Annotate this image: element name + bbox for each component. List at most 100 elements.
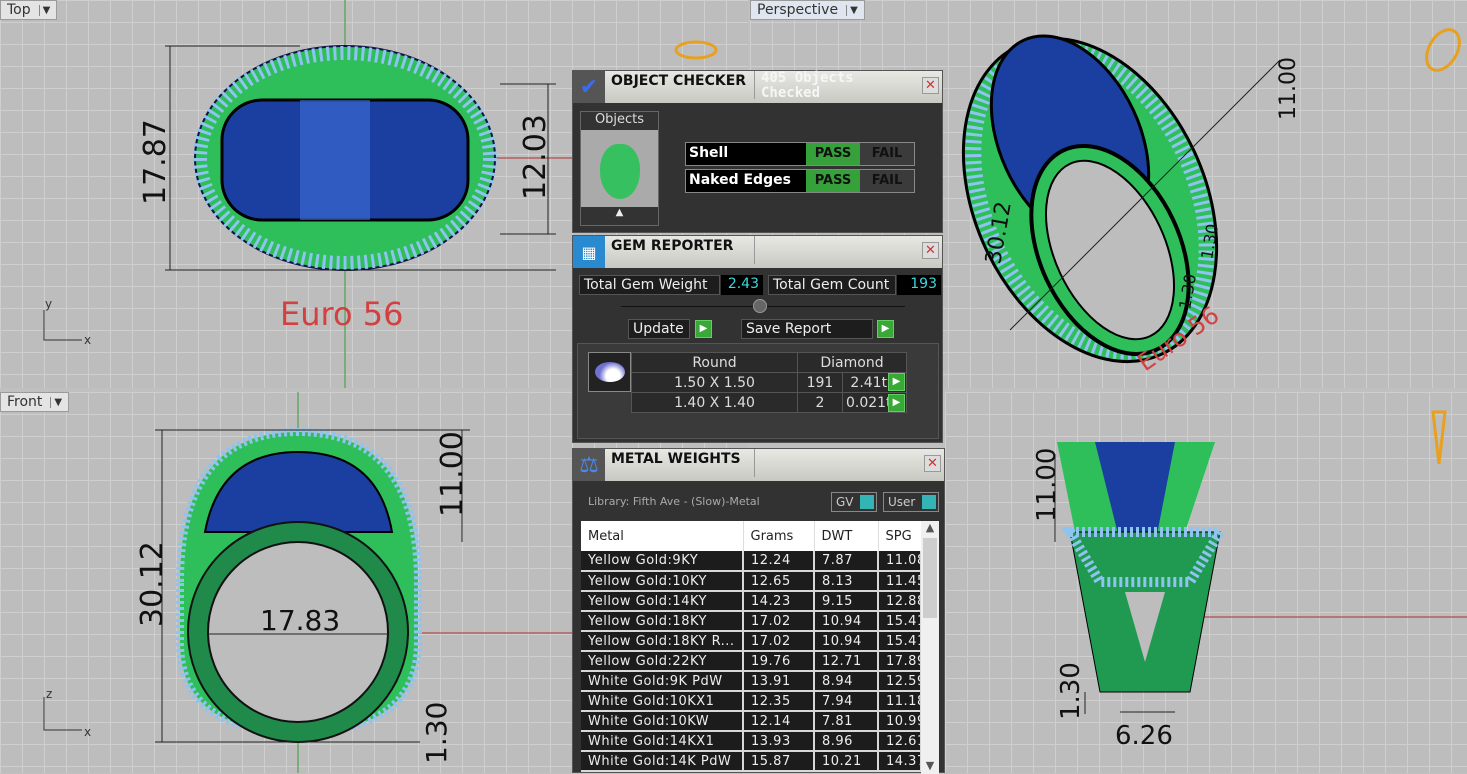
spg: 14.37 (878, 751, 922, 772)
gem-report-icon: ▦ (573, 236, 605, 268)
spg: 17.89 (878, 651, 922, 672)
metal-weights-panel: ⚖ METAL WEIGHTS ✕ Library: Fifth Ave - (… (572, 448, 945, 774)
dwt: 8.96 (814, 731, 879, 752)
viewport-right[interactable]: 11.00 1.30 6.26 (945, 392, 1467, 773)
spg: 11.45 (878, 571, 922, 592)
spg: 11.18 (878, 691, 922, 712)
size-label: Euro 56 (280, 295, 403, 333)
grams: 13.93 (743, 731, 815, 752)
check-naked-edges: Naked Edges PASS FAIL (685, 169, 915, 193)
user-toggle[interactable]: User (883, 492, 939, 512)
dwt: 10.21 (814, 751, 879, 772)
close-icon[interactable]: ✕ (924, 455, 941, 472)
panel-title: METAL WEIGHTS (605, 449, 755, 477)
right-view-ring: 11.00 1.30 6.26 (1032, 410, 1467, 751)
gem-count: 191 (796, 372, 843, 393)
expand-up-button[interactable]: ▲ (581, 207, 658, 225)
gem-row-select-button[interactable]: ▶ (888, 373, 905, 391)
object-checker-panel: ✔ OBJECT CHECKER 405 Objects Checked ✕ O… (572, 70, 943, 233)
dwt: 7.81 (814, 711, 879, 732)
vertical-scrollbar[interactable]: ▲ ▼ (921, 521, 939, 774)
metal-row[interactable]: White Gold:14KX113.938.9612.61 (581, 731, 922, 752)
metal-row[interactable]: White Gold:10KW12.147.8110.99 (581, 711, 922, 732)
grams: 19.76 (743, 651, 815, 672)
dim-persp-1: 11.00 (1276, 57, 1301, 120)
save-report-button[interactable]: Save Report (741, 319, 873, 339)
viewport-label-top[interactable]: Top ▼ (0, 0, 58, 20)
metal-row[interactable]: White Gold:14K PdW15.8710.2114.37 (581, 751, 922, 772)
objects-preview[interactable]: Objects ▲ (580, 111, 659, 226)
metal-row[interactable]: Yellow Gold:18KY R...17.0210.9415.41 (581, 631, 922, 652)
metal-weights-header[interactable]: ⚖ METAL WEIGHTS ✕ (573, 449, 944, 481)
metal-row[interactable]: Yellow Gold:14KY14.239.1512.88 (581, 591, 922, 612)
total-gem-weight-label: Total Gem Weight (579, 275, 720, 295)
dwt: 12.71 (814, 651, 879, 672)
col-spg[interactable]: SPG (878, 521, 922, 551)
metal-row[interactable]: Yellow Gold:22KY19.7612.7117.89 (581, 651, 922, 672)
viewport-name: Front (7, 394, 43, 410)
metal-name: White Gold:14KX1 (581, 731, 744, 752)
close-icon[interactable]: ✕ (922, 242, 939, 259)
collapse-icon[interactable] (753, 299, 767, 313)
col-grams[interactable]: Grams (743, 521, 815, 551)
col-dwt[interactable]: DWT (814, 521, 879, 551)
metal-name: Yellow Gold:14KY (581, 591, 744, 612)
total-gem-weight-value: 2.43 (721, 275, 763, 295)
dim-right-shank: 1.30 (1056, 662, 1086, 720)
grams: 12.65 (743, 571, 815, 592)
dim-top-height: 17.87 (138, 119, 173, 205)
gem-row: 1.50 X 1.50 191 2.41tw (631, 372, 908, 393)
viewport-label-front[interactable]: Front ▼ (0, 392, 70, 412)
metal-name: Yellow Gold:18KY R... (581, 631, 744, 652)
gem-table: Round Diamond 1.50 X 1.50 191 2.41tw 1.40 X… (631, 352, 908, 413)
grams: 13.91 (743, 671, 815, 692)
metal-row[interactable]: White Gold:10KX112.357.9411.18 (581, 691, 922, 712)
dim-front-height: 30.12 (135, 541, 170, 627)
axis-y-label: y (45, 297, 52, 311)
grams: 15.87 (743, 751, 815, 772)
chevron-down-icon[interactable]: ▼ (846, 4, 858, 16)
chevron-down-icon[interactable]: ▼ (38, 4, 50, 16)
close-icon[interactable]: ✕ (922, 77, 939, 94)
gem-shape-header: Round (631, 352, 798, 373)
dwt: 7.87 (814, 551, 879, 572)
metal-row[interactable]: Yellow Gold:9KY12.247.8711.08 (581, 551, 922, 572)
object-thumbnail-icon (599, 144, 640, 199)
chevron-down-icon[interactable]: ▼ (50, 396, 62, 408)
gem-row-select-button[interactable]: ▶ (888, 394, 905, 412)
metal-row[interactable]: Yellow Gold:10KY12.658.1311.45 (581, 571, 922, 592)
update-go-icon[interactable]: ▶ (695, 320, 712, 338)
spg: 11.08 (878, 551, 922, 572)
viewport-label-perspective[interactable]: Perspective ▼ (750, 0, 865, 20)
col-metal[interactable]: Metal (581, 521, 744, 551)
update-button[interactable]: Update (628, 319, 690, 339)
gem-reporter-panel: ▦ GEM REPORTER ✕ Total Gem Weight 2.43 T… (572, 235, 943, 443)
panel-title: OBJECT CHECKER (605, 71, 755, 99)
dim-front-top: 11.00 (435, 431, 470, 517)
gem-count: 2 (796, 392, 843, 413)
objects-checked-status: 405 Objects Checked (761, 70, 854, 101)
dim-front-shank: 1.30 (420, 702, 453, 764)
axis-z-label: z (46, 687, 52, 701)
metal-name: White Gold:10KX1 (581, 691, 744, 712)
dim-right-width: 6.26 (1115, 721, 1173, 751)
axis-x-label: x (84, 333, 91, 347)
scale-icon: ⚖ (573, 449, 605, 481)
gem-reporter-header[interactable]: ▦ GEM REPORTER ✕ (573, 236, 942, 268)
spg: 12.59 (878, 671, 922, 692)
save-report-go-icon[interactable]: ▶ (877, 320, 894, 338)
object-checker-header[interactable]: ✔ OBJECT CHECKER 405 Objects Checked ✕ (573, 71, 942, 103)
grams: 17.02 (743, 611, 815, 632)
ring-view-icon (1431, 410, 1447, 465)
metal-row[interactable]: Yellow Gold:18KY17.0210.9415.41 (581, 611, 922, 632)
spg: 10.99 (878, 711, 922, 732)
metal-name: White Gold:9K PdW (581, 671, 744, 692)
metal-name: Yellow Gold:18KY (581, 611, 744, 632)
pass-indicator: PASS (806, 170, 860, 192)
dim-top-inner: 12.03 (518, 114, 553, 200)
metal-row[interactable]: White Gold:9K PdW13.918.9412.59 (581, 671, 922, 692)
gv-toggle[interactable]: GV (831, 492, 877, 512)
gem-size: 1.40 X 1.40 (631, 392, 798, 413)
fail-indicator: FAIL (860, 143, 914, 165)
spg: 15.41 (878, 631, 922, 652)
